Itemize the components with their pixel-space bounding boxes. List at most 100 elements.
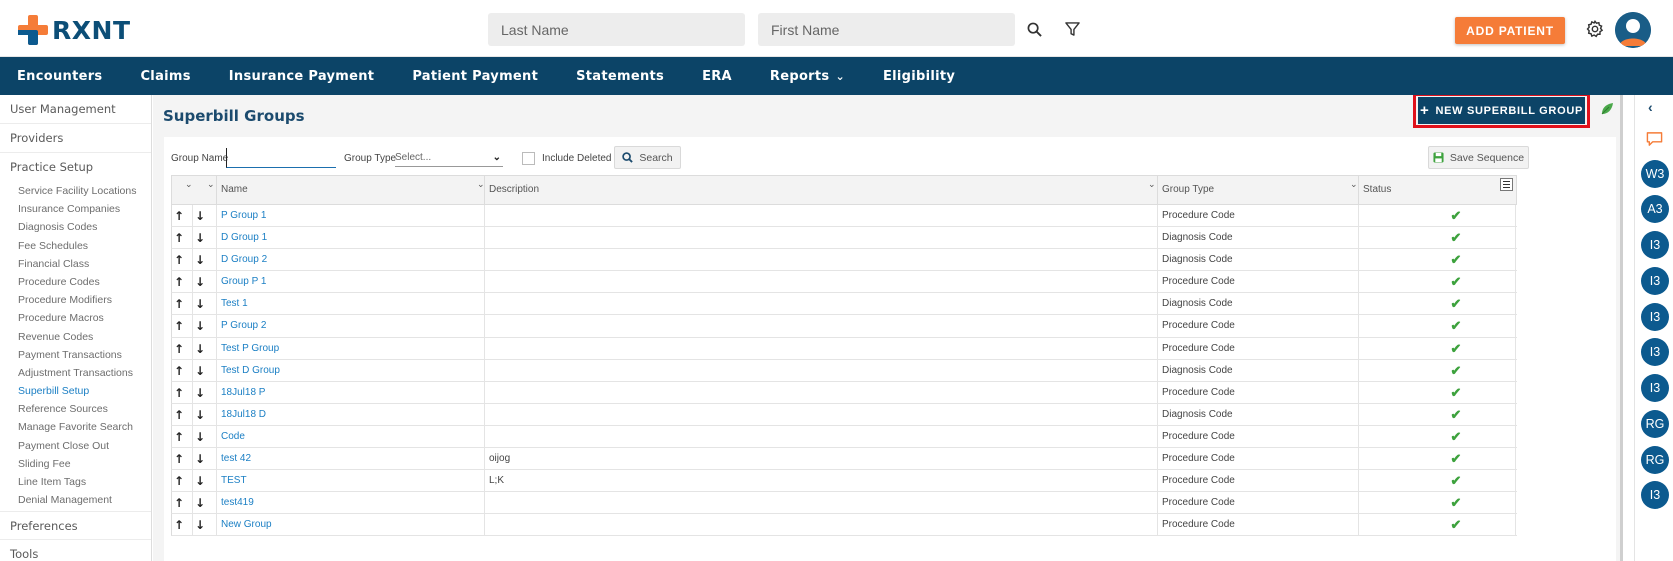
sidebar-practice-setup[interactable]: Practice Setup	[0, 153, 151, 182]
row-name-link[interactable]: P Group 1	[216, 205, 484, 227]
move-down-icon[interactable]: ↓	[192, 492, 216, 515]
sidebar-item-procedure-macros[interactable]: Procedure Macros	[0, 309, 151, 327]
row-name-link[interactable]: test 42	[216, 448, 484, 471]
row-name-link[interactable]: Group P 1	[216, 271, 484, 294]
move-down-icon[interactable]: ↓	[192, 403, 216, 426]
move-down-icon[interactable]: ↓	[192, 470, 216, 493]
new-superbill-group-button[interactable]: + NEW SUPERBILL GROUP	[1418, 97, 1585, 124]
rail-badge[interactable]: I3	[1641, 231, 1669, 259]
move-down-icon[interactable]: ↓	[192, 271, 216, 294]
move-up-icon[interactable]: ↑	[174, 360, 184, 382]
include-deleted-checkbox[interactable]	[522, 152, 535, 165]
row-name-link[interactable]: Test D Group	[216, 359, 484, 382]
sidebar-item-payment-close-out[interactable]: Payment Close Out	[0, 437, 151, 455]
move-up-icon[interactable]: ↑	[174, 227, 184, 249]
row-name-link[interactable]: Test 1	[216, 293, 484, 316]
move-up-icon[interactable]: ↑	[174, 382, 184, 404]
sidebar-user-management[interactable]: User Management	[0, 95, 151, 124]
sidebar-providers[interactable]: Providers	[0, 124, 151, 153]
move-up-icon[interactable]: ↑	[174, 315, 184, 337]
column-header-status[interactable]: Status	[1358, 176, 1516, 206]
sidebar-item-sliding-fee[interactable]: Sliding Fee	[0, 455, 151, 473]
chevron-down-icon[interactable]: ⌄	[185, 179, 193, 190]
move-down-icon[interactable]: ↓	[192, 514, 216, 537]
move-down-icon[interactable]: ↓	[192, 227, 216, 250]
table-row[interactable]: ↑ ↓ Test 1 Diagnosis Code ✔	[171, 293, 1517, 316]
sidebar-item-reference-sources[interactable]: Reference Sources	[0, 400, 151, 418]
sidebar-item-payment-transactions[interactable]: Payment Transactions	[0, 346, 151, 364]
table-row[interactable]: ↑ ↓ Group P 1 Procedure Code ✔	[171, 271, 1517, 294]
sidebar-item-service-facility-locations[interactable]: Service Facility Locations	[0, 182, 151, 200]
column-header-name[interactable]: Name	[216, 176, 484, 206]
sidebar-item-procedure-codes[interactable]: Procedure Codes	[0, 273, 151, 291]
move-up-icon[interactable]: ↑	[174, 492, 184, 514]
move-down-icon[interactable]: ↓	[192, 315, 216, 338]
move-up-icon[interactable]: ↑	[174, 249, 184, 271]
search-button[interactable]: Search	[614, 146, 681, 169]
move-down-icon[interactable]: ↓	[192, 425, 216, 448]
table-row[interactable]: ↑ ↓ TEST L;K Procedure Code ✔	[171, 470, 1517, 493]
move-down-icon[interactable]: ↓	[192, 448, 216, 471]
sidebar-tools[interactable]: Tools	[0, 540, 151, 561]
row-name-link[interactable]: TEST	[216, 470, 484, 493]
rail-badge[interactable]: I3	[1641, 374, 1669, 402]
row-name-link[interactable]: D Group 2	[216, 249, 484, 272]
nav-claims[interactable]: Claims	[140, 69, 190, 84]
row-name-link[interactable]: D Group 1	[216, 227, 484, 250]
move-down-icon[interactable]: ↓	[192, 293, 216, 316]
row-name-link[interactable]: Code	[216, 425, 484, 448]
table-row[interactable]: ↑ ↓ test 42 oijog Procedure Code ✔	[171, 448, 1517, 471]
table-row[interactable]: ↑ ↓ D Group 2 Diagnosis Code ✔	[171, 249, 1517, 272]
rail-badge[interactable]: I3	[1641, 481, 1669, 509]
sidebar-item-financial-class[interactable]: Financial Class	[0, 255, 151, 273]
collapse-chevron-icon[interactable]: ‹	[1648, 99, 1653, 115]
move-up-icon[interactable]: ↑	[174, 338, 184, 360]
sidebar-item-revenue-codes[interactable]: Revenue Codes	[0, 328, 151, 346]
rail-badge[interactable]: W3	[1641, 160, 1669, 188]
save-sequence-button[interactable]: Save Sequence	[1428, 146, 1529, 169]
table-row[interactable]: ↑ ↓ Test P Group Procedure Code ✔	[171, 337, 1517, 360]
sidebar-preferences[interactable]: Preferences	[0, 511, 151, 541]
chevron-down-icon[interactable]: ⌄	[207, 179, 215, 190]
rail-badge[interactable]: RG	[1641, 446, 1669, 474]
row-name-link[interactable]: 18Jul18 D	[216, 403, 484, 426]
column-menu-icon[interactable]	[1500, 178, 1513, 191]
rail-badge[interactable]: A3	[1641, 195, 1669, 223]
move-down-icon[interactable]: ↓	[192, 249, 216, 272]
move-down-icon[interactable]: ↓	[192, 359, 216, 382]
nav-era[interactable]: ERA	[702, 69, 732, 84]
move-up-icon[interactable]: ↑	[174, 293, 184, 315]
chat-icon[interactable]	[1646, 131, 1663, 147]
table-row[interactable]: ↑ ↓ Code Procedure Code ✔	[171, 425, 1517, 449]
table-row[interactable]: ↑ ↓ 18Jul18 D Diagnosis Code ✔	[171, 403, 1517, 426]
table-row[interactable]: ↑ ↓ Test D Group Diagnosis Code ✔	[171, 359, 1517, 382]
rail-badge[interactable]: RG	[1641, 410, 1669, 438]
table-row[interactable]: ↑ ↓ P Group 2 Procedure Code ✔	[171, 315, 1517, 338]
column-header-group-type[interactable]: Group Type	[1157, 176, 1358, 206]
search-icon[interactable]	[1024, 19, 1044, 39]
move-up-icon[interactable]: ↑	[174, 271, 184, 293]
move-up-icon[interactable]: ↑	[174, 205, 184, 227]
move-up-icon[interactable]: ↑	[174, 404, 184, 426]
sidebar-item-superbill-setup[interactable]: Superbill Setup	[0, 382, 151, 400]
last-name-input[interactable]	[488, 13, 745, 46]
nav-statements[interactable]: Statements	[576, 69, 664, 84]
row-name-link[interactable]: test419	[216, 492, 484, 515]
table-row[interactable]: ↑ ↓ P Group 1 Procedure Code ✔	[171, 205, 1517, 228]
move-up-icon[interactable]: ↑	[174, 448, 184, 470]
add-patient-button[interactable]: ADD PATIENT	[1455, 17, 1565, 44]
sidebar-item-procedure-modifiers[interactable]: Procedure Modifiers	[0, 291, 151, 309]
sidebar-item-denial-management[interactable]: Denial Management	[0, 491, 151, 509]
sidebar-item-line-item-tags[interactable]: Line Item Tags	[0, 473, 151, 491]
table-row[interactable]: ↑ ↓ 18Jul18 P Procedure Code ✔	[171, 381, 1517, 404]
rail-badge[interactable]: I3	[1641, 267, 1669, 295]
column-header-description[interactable]: Description	[484, 176, 1157, 206]
gear-icon[interactable]	[1585, 19, 1605, 39]
move-down-icon[interactable]: ↓	[192, 337, 216, 360]
move-down-icon[interactable]: ↓	[192, 205, 216, 227]
rxnt-logo[interactable]: RXNT	[18, 15, 131, 45]
move-up-icon[interactable]: ↑	[174, 470, 184, 492]
sidebar-item-fee-schedules[interactable]: Fee Schedules	[0, 237, 151, 255]
rail-badge[interactable]: I3	[1641, 303, 1669, 331]
row-name-link[interactable]: New Group	[216, 514, 484, 537]
